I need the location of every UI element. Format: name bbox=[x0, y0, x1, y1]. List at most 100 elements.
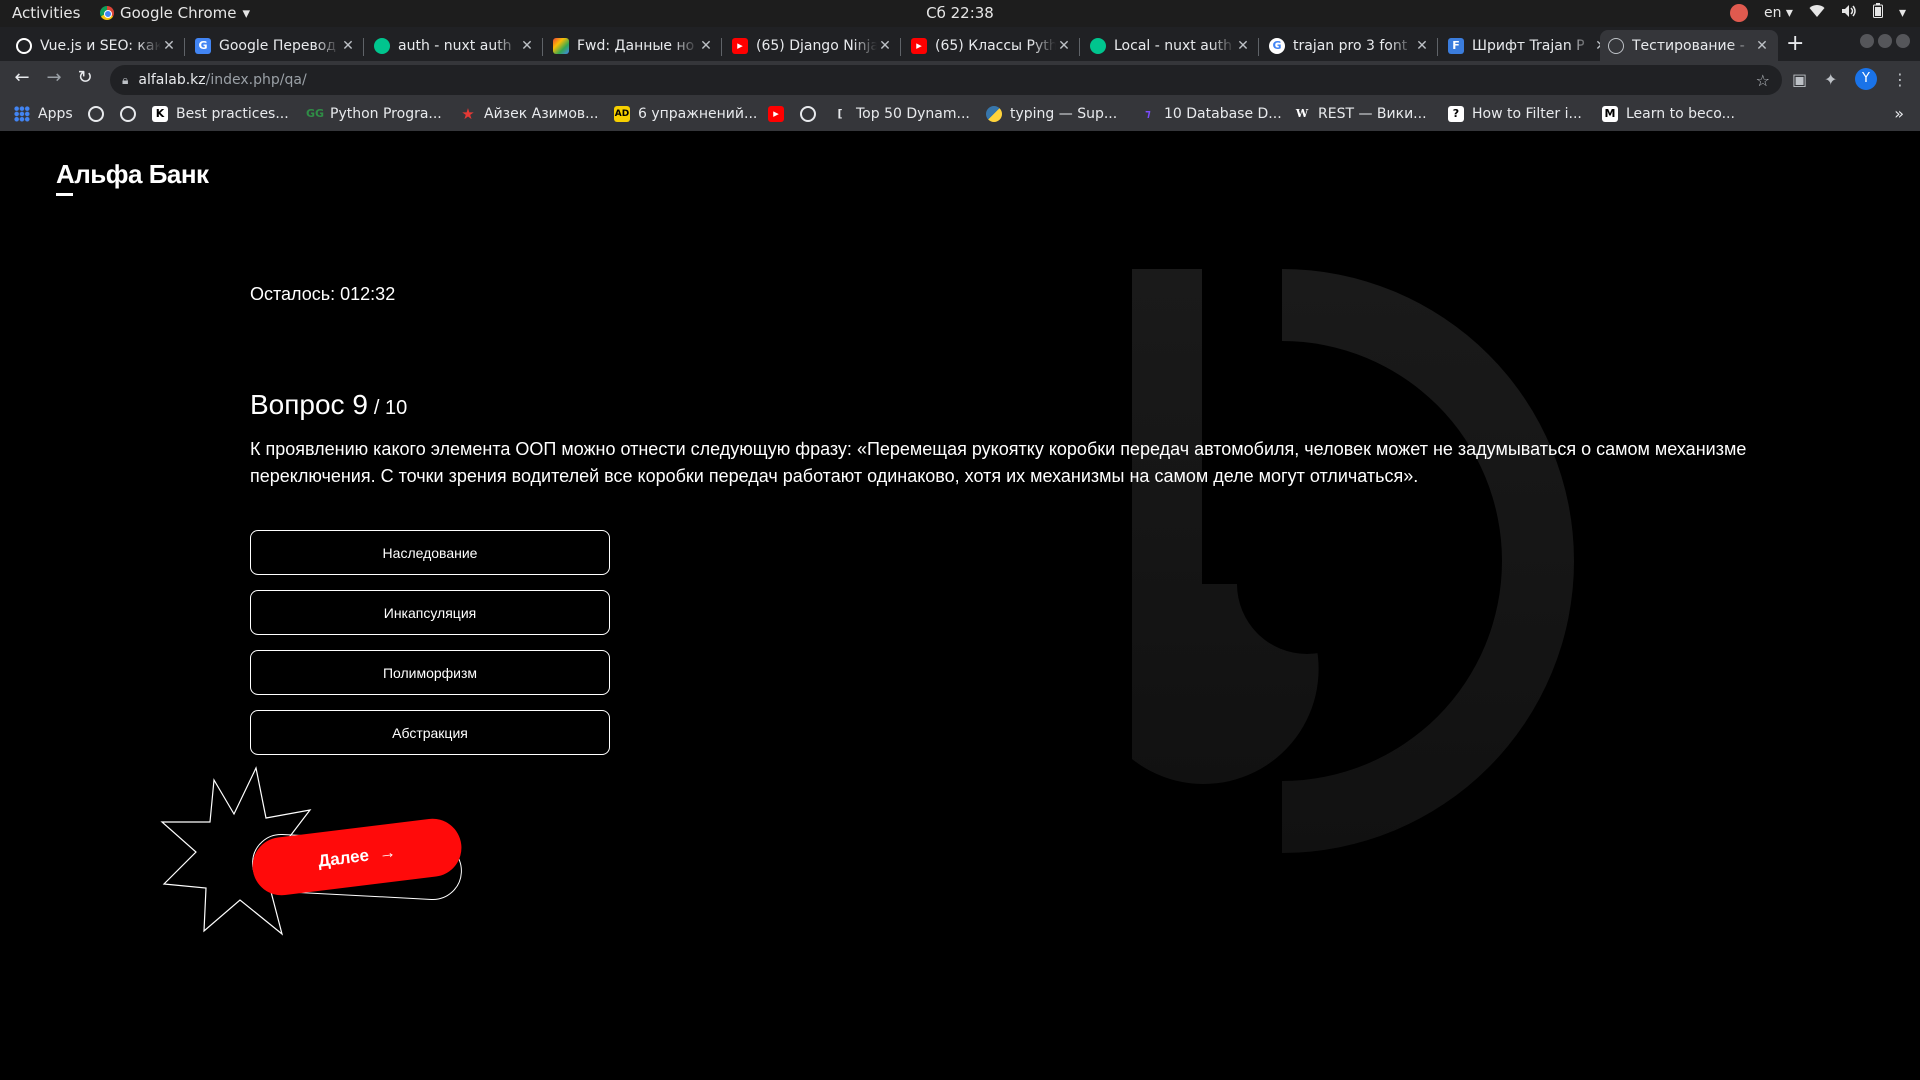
tab-4[interactable]: ▸ (65) Django Ninja ✕ bbox=[724, 30, 901, 61]
bookmark-exercises[interactable]: AD 6 упражнений... bbox=[614, 106, 757, 122]
bookmark-label: REST — Вики... bbox=[1318, 106, 1427, 122]
reload-button[interactable]: ↻ bbox=[73, 67, 97, 88]
ck-icon: K bbox=[152, 106, 168, 122]
bookmark-apps[interactable]: Apps bbox=[14, 106, 73, 122]
tab-label: trajan pro 3 font bbox=[1293, 37, 1408, 54]
youtube-icon: ▸ bbox=[732, 37, 748, 54]
more-bookmarks-chevron-icon[interactable]: » bbox=[1894, 104, 1904, 123]
vue-icon bbox=[16, 37, 32, 54]
lock-icon[interactable]: 🔒︎ bbox=[122, 73, 128, 88]
bookmark-rest-wiki[interactable]: W REST — Вики... bbox=[1294, 106, 1427, 122]
bookmark-star-icon[interactable]: ☆ bbox=[1756, 71, 1770, 90]
bookmark-youtube[interactable]: ▸ bbox=[768, 106, 792, 122]
maximize-button[interactable] bbox=[1878, 34, 1892, 48]
new-tab-button[interactable]: + bbox=[1786, 31, 1804, 56]
tab-8[interactable]: F Шрифт Trajan P ✕ bbox=[1440, 30, 1617, 61]
battery-icon[interactable] bbox=[1872, 3, 1883, 22]
next-button-group: Далее → bbox=[160, 766, 480, 936]
address-bar[interactable]: 🔒︎ alfalab.kz/index.php/qa/ ☆ bbox=[110, 65, 1782, 95]
answer-option-encapsulation[interactable]: Инкапсуляция bbox=[250, 590, 610, 635]
bookmark-label: Top 50 Dynam... bbox=[856, 106, 970, 122]
answer-option-polymorphism[interactable]: Полиморфизм bbox=[250, 650, 610, 695]
globe-icon bbox=[120, 106, 136, 122]
extensions-icon[interactable]: ✦ bbox=[1824, 70, 1837, 89]
tab-label: Тестирование - bbox=[1632, 37, 1745, 54]
forward-button[interactable]: → bbox=[42, 67, 66, 88]
tab-1[interactable]: G Google Перевод ✕ bbox=[187, 30, 364, 61]
tab-active[interactable]: Тестирование - ✕ bbox=[1600, 30, 1778, 61]
window-close-button[interactable] bbox=[1896, 34, 1910, 48]
window-controls bbox=[1860, 34, 1910, 48]
bookmark-label: Learn to beco... bbox=[1626, 106, 1735, 122]
close-icon[interactable]: ✕ bbox=[1235, 38, 1251, 54]
bookmark-globe-2[interactable] bbox=[120, 106, 144, 122]
cast-icon[interactable]: ▣ bbox=[1792, 70, 1807, 89]
bookmark-label: Apps bbox=[38, 106, 73, 122]
tab-0[interactable]: Vue.js и SEO: как ✕ bbox=[8, 30, 185, 61]
star-icon: ★ bbox=[461, 105, 475, 123]
bracket-icon: [ bbox=[837, 107, 843, 120]
alfa-decorative-logo-icon bbox=[1132, 269, 1574, 853]
back-button[interactable]: ← bbox=[10, 67, 34, 88]
question-total: / 10 bbox=[373, 397, 408, 419]
tab-label: Fwd: Данные но bbox=[577, 37, 695, 54]
bookmarks-bar: Apps K Best practices... GG Python Progr… bbox=[0, 99, 1920, 131]
tab-label: Vue.js и SEO: как bbox=[40, 37, 161, 54]
close-icon[interactable]: ✕ bbox=[340, 38, 356, 54]
notification-icon[interactable] bbox=[1729, 3, 1748, 22]
arrow-right-icon: → bbox=[377, 842, 397, 864]
close-icon[interactable]: ✕ bbox=[161, 38, 177, 54]
browser-toolbar: ← → ↻ 🔒︎ alfalab.kz/index.php/qa/ ☆ ▣ ✦ … bbox=[0, 61, 1920, 99]
answer-option-inheritance[interactable]: Наследование bbox=[250, 530, 610, 575]
wifi-icon[interactable] bbox=[1809, 4, 1825, 22]
clock[interactable]: Сб 22:38 bbox=[0, 4, 1920, 22]
tab-strip: Vue.js и SEO: как ✕ G Google Перевод ✕ a… bbox=[0, 27, 1920, 61]
close-icon[interactable]: ✕ bbox=[1056, 38, 1072, 54]
alfa-bank-logo[interactable]: Альфа Банк bbox=[56, 159, 209, 196]
bookmark-learn[interactable]: M Learn to beco... bbox=[1602, 106, 1735, 122]
tab-5[interactable]: ▸ (65) Классы Pyth ✕ bbox=[903, 30, 1080, 61]
tab-2[interactable]: auth - nuxt auth ✕ bbox=[366, 30, 543, 61]
apps-icon bbox=[14, 106, 30, 122]
tab-6[interactable]: Local - nuxt auth ✕ bbox=[1082, 30, 1259, 61]
system-tray[interactable]: en ▾ ▾ bbox=[1729, 3, 1906, 22]
volume-icon[interactable] bbox=[1841, 4, 1857, 22]
language-indicator[interactable]: en ▾ bbox=[1764, 5, 1793, 21]
bookmark-python-programming[interactable]: GG Python Progra... bbox=[306, 106, 442, 122]
globe-icon bbox=[88, 106, 104, 122]
bookmark-best-practices[interactable]: K Best practices... bbox=[152, 106, 289, 122]
nuxt-icon bbox=[1090, 37, 1106, 54]
f-icon: F bbox=[1448, 37, 1464, 54]
question-text: К проявлению какого элемента ООП можно о… bbox=[250, 439, 1747, 486]
page-content: Альфа Банк Осталось: 012:32 Вопрос 9/ 10… bbox=[0, 131, 1920, 1080]
bookmark-globe-1[interactable] bbox=[88, 106, 112, 122]
db-icon: ⁊ bbox=[1145, 107, 1151, 120]
python-icon bbox=[986, 106, 1002, 122]
question-number: Вопрос 9 bbox=[250, 389, 368, 420]
close-icon[interactable]: ✕ bbox=[698, 38, 714, 54]
bookmark-top50[interactable]: [ Top 50 Dynam... bbox=[832, 106, 970, 122]
close-icon[interactable]: ✕ bbox=[1754, 38, 1770, 54]
more-menu-icon[interactable]: ⋮ bbox=[1892, 70, 1908, 89]
question-heading: Вопрос 9/ 10 bbox=[250, 389, 407, 421]
next-button-label: Далее bbox=[317, 845, 371, 871]
close-icon[interactable]: ✕ bbox=[877, 38, 893, 54]
bookmark-database[interactable]: ⁊ 10 Database D... bbox=[1140, 106, 1281, 122]
bookmark-asimov[interactable]: ★ Айзек Азимов... bbox=[460, 105, 598, 123]
profile-avatar[interactable]: Y bbox=[1855, 68, 1877, 90]
answer-option-abstraction[interactable]: Абстракция bbox=[250, 710, 610, 755]
bookmark-typing[interactable]: typing — Sup... bbox=[986, 106, 1117, 122]
bookmark-globe-3[interactable] bbox=[800, 106, 824, 122]
tab-3[interactable]: Fwd: Данные но ✕ bbox=[545, 30, 722, 61]
globe-icon bbox=[800, 106, 816, 122]
url-domain: alfalab.kz bbox=[138, 72, 206, 88]
power-menu-chevron-icon[interactable]: ▾ bbox=[1899, 5, 1906, 21]
bookmark-how-to-filter[interactable]: ? How to Filter i... bbox=[1448, 106, 1582, 122]
minimize-button[interactable] bbox=[1860, 34, 1874, 48]
youtube-icon: ▸ bbox=[768, 106, 784, 122]
tab-label: (65) Классы Pyth bbox=[935, 37, 1056, 54]
close-icon[interactable]: ✕ bbox=[519, 38, 535, 54]
youtube-icon: ▸ bbox=[911, 37, 927, 54]
close-icon[interactable]: ✕ bbox=[1414, 38, 1430, 54]
tab-7[interactable]: G trajan pro 3 font ✕ bbox=[1261, 30, 1438, 61]
